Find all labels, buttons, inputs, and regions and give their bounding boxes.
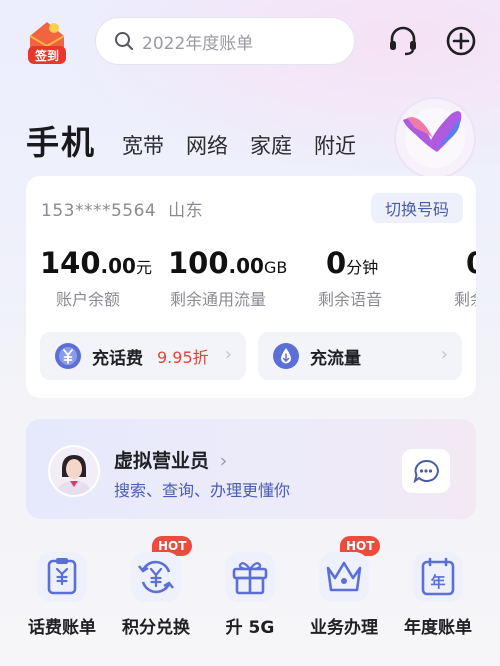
grid-label-annual: 年度账单 [404,618,472,638]
grid-item-annual[interactable]: 年 年度账单 [388,542,488,652]
stat-data-dec: .00 [228,254,264,278]
stat-voice-unit: 分钟 [346,258,379,277]
tab-family[interactable]: 家庭 [250,130,292,164]
agent-subtitle: 搜索、查询、办理更懂你 [114,481,291,500]
agent-avatar [48,445,100,497]
data-drop-icon [273,343,299,369]
phone-number: 153****5564 山东 [41,196,203,221]
top-header: 签到 2022年度账单 [0,0,500,90]
category-tabs: 手机 宽带 网络 家庭 附近 [26,114,378,164]
checkin-label: 签到 [34,48,59,63]
search-icon [115,32,133,50]
recharge-phone-label: 充话费 [92,348,143,369]
recharge-phone-button[interactable]: 充话费 9.95折 › [40,332,246,380]
checkin-icon: 签到 [28,22,66,64]
agent-title-text: 虚拟营业员 [114,450,210,472]
grid-label-points: 积分兑换 [122,618,190,638]
account-card: 153****5564 山东 切换号码 140.00元 账户余额 100.00G… [26,176,476,398]
crown-icon [319,552,369,602]
agent-title: 虚拟营业员 › [114,446,227,473]
grid-label-bill: 话费账单 [28,618,96,638]
points-exchange-icon [131,552,181,602]
checkin-button[interactable]: 签到 [24,16,70,64]
stat-data-int: 100 [168,246,229,280]
annual-calendar-icon: 年 [413,552,463,602]
chevron-right-icon: › [440,344,448,365]
stat-other[interactable]: 0 剩余 [454,246,476,310]
tab-broadband[interactable]: 宽带 [122,130,164,164]
grid-item-5g[interactable]: 升 5G [200,542,300,652]
brand-logo [385,88,485,188]
gift-icon [225,552,275,602]
stat-data-label: 剩余通用流量 [170,290,267,309]
search-placeholder: 2022年度账单 [142,33,254,54]
customer-service-icon[interactable] [386,24,420,58]
grid-item-points[interactable]: HOT 积分兑换 [106,536,206,652]
chat-button[interactable] [402,449,450,493]
grid-item-bill[interactable]: 话费账单 [12,542,112,652]
recharge-discount: 9.95折 [157,348,209,367]
bill-clipboard-icon [37,552,87,602]
svg-text:年: 年 [430,573,445,591]
stat-balance-int: 140 [40,246,101,280]
tab-nearby[interactable]: 附近 [314,130,356,164]
tab-phone[interactable]: 手机 [26,116,96,164]
stat-other-int: 0 [466,246,476,280]
stat-balance-label: 账户余额 [56,290,121,309]
phone-region: 山东 [168,201,204,221]
search-bar[interactable]: 2022年度账单 [95,17,355,65]
stat-voice-label: 剩余语音 [318,290,383,309]
switch-number-button[interactable]: 切换号码 [371,193,463,223]
stat-data[interactable]: 100.00GB 剩余通用流量 [168,246,287,310]
stat-voice-int: 0 [326,246,347,280]
virtual-agent-card[interactable]: 虚拟营业员 › 搜索、查询、办理更懂你 [26,419,476,519]
phone-value: 153****5564 [41,201,157,221]
stat-balance-dec: .00 [100,254,136,278]
grid-item-business[interactable]: HOT 业务办理 [294,536,394,652]
grid-label-business: 业务办理 [310,618,378,638]
chat-bubble-icon [413,459,439,483]
tab-network[interactable]: 网络 [186,130,228,164]
stat-data-unit: GB [263,258,288,277]
chevron-right-icon: › [219,450,228,472]
grid-label-5g: 升 5G [225,618,275,638]
yuan-coin-icon [55,343,81,369]
stat-voice[interactable]: 0分钟 剩余语音 [318,246,382,310]
recharge-data-label: 充流量 [310,348,361,369]
chevron-right-icon: › [224,344,232,365]
add-icon[interactable] [444,24,478,58]
stat-balance-unit: 元 [135,258,152,277]
stat-other-label: 剩余 [454,290,476,309]
stat-balance[interactable]: 140.00元 账户余额 [40,246,152,310]
recharge-data-button[interactable]: 充流量 › [258,332,462,380]
